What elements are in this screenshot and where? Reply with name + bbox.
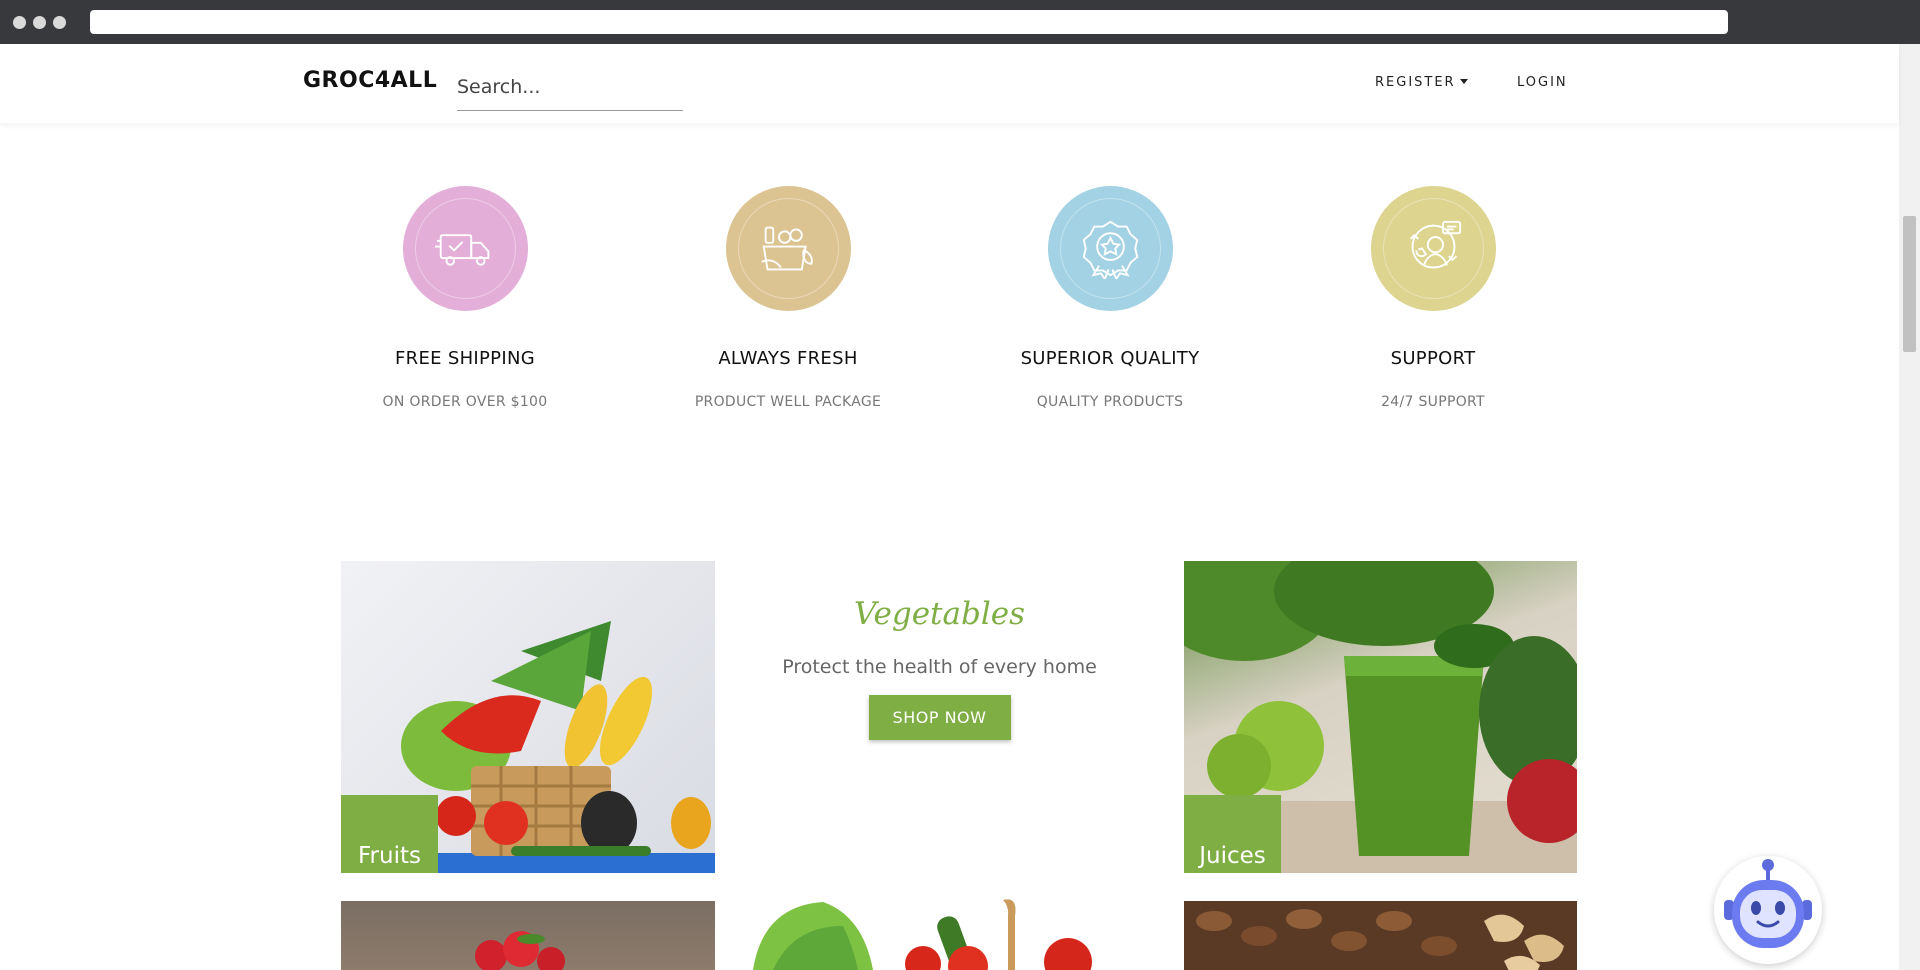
nuts-image (1196, 909, 1564, 970)
feature-superior-quality: SUPERIOR QUALITY QUALITY PRODUCTS (985, 186, 1235, 410)
category-tile-berries[interactable] (341, 901, 715, 970)
category-tile-fruits[interactable]: Fruits (341, 561, 715, 873)
robot-icon (1724, 859, 1812, 948)
category-label-juices: Juices (1184, 795, 1281, 873)
feature-title: ALWAYS FRESH (718, 348, 858, 369)
delivery-truck-icon (434, 234, 489, 266)
brand-logo[interactable]: GROC4ALL (303, 68, 437, 93)
page-viewport: GROC4ALL REGISTER LOGIN FREE SHIPPING ON… (0, 44, 1920, 970)
window-close-dot[interactable] (13, 16, 26, 29)
feature-subtitle: 24/7 SUPPORT (1381, 394, 1485, 410)
feature-subtitle: QUALITY PRODUCTS (1036, 394, 1184, 410)
site-navbar: GROC4ALL REGISTER LOGIN (0, 44, 1899, 123)
login-link[interactable]: LOGIN (1517, 75, 1568, 90)
promo-title: Vegetables (853, 596, 1026, 632)
promo-subtitle: Protect the health of every home (782, 656, 1097, 678)
browser-toolbar (0, 0, 1920, 44)
feature-subtitle: PRODUCT WELL PACKAGE (694, 394, 882, 410)
feature-title: SUPPORT (1390, 348, 1476, 369)
feature-free-shipping: FREE SHIPPING ON ORDER OVER $100 (340, 186, 590, 410)
strawberries-image (475, 931, 565, 970)
window-maximize-dot[interactable] (53, 16, 66, 29)
feature-icon-circle (1370, 186, 1496, 311)
register-dropdown[interactable]: REGISTER (1375, 75, 1468, 90)
support-agent-icon (1409, 220, 1461, 269)
feature-subtitle: ON ORDER OVER $100 (382, 394, 548, 410)
feature-icon-circle (725, 186, 851, 311)
register-label: REGISTER (1375, 75, 1456, 90)
category-tile-juices[interactable]: Juices (1184, 561, 1577, 873)
feature-title: SUPERIOR QUALITY (1020, 348, 1200, 369)
feature-support: SUPPORT 24/7 SUPPORT (1308, 186, 1558, 410)
chatbot-launcher[interactable] (1714, 856, 1822, 964)
search-input[interactable] (457, 63, 683, 111)
feature-icon-circle (1047, 186, 1173, 311)
address-bar[interactable] (90, 10, 1728, 34)
caret-down-icon (1459, 79, 1468, 84)
scrollbar-thumb[interactable] (1903, 216, 1916, 352)
shop-now-button[interactable]: SHOP NOW (868, 695, 1011, 740)
page-scrollbar[interactable] (1899, 44, 1920, 970)
category-tile-nuts[interactable] (1184, 901, 1577, 970)
quality-badge-icon (1082, 220, 1138, 279)
window-minimize-dot[interactable] (33, 16, 46, 29)
vegetables-promo: Vegetables Protect the health of every h… (753, 596, 1126, 740)
vegetables-image-tile[interactable] (753, 896, 1113, 970)
grocery-basket-icon (760, 226, 813, 271)
feature-icon-circle (402, 186, 528, 311)
feature-always-fresh: ALWAYS FRESH PRODUCT WELL PACKAGE (663, 186, 913, 410)
category-label-fruits: Fruits (341, 795, 438, 873)
feature-title: FREE SHIPPING (395, 348, 535, 369)
vegetables-image (753, 899, 1092, 970)
